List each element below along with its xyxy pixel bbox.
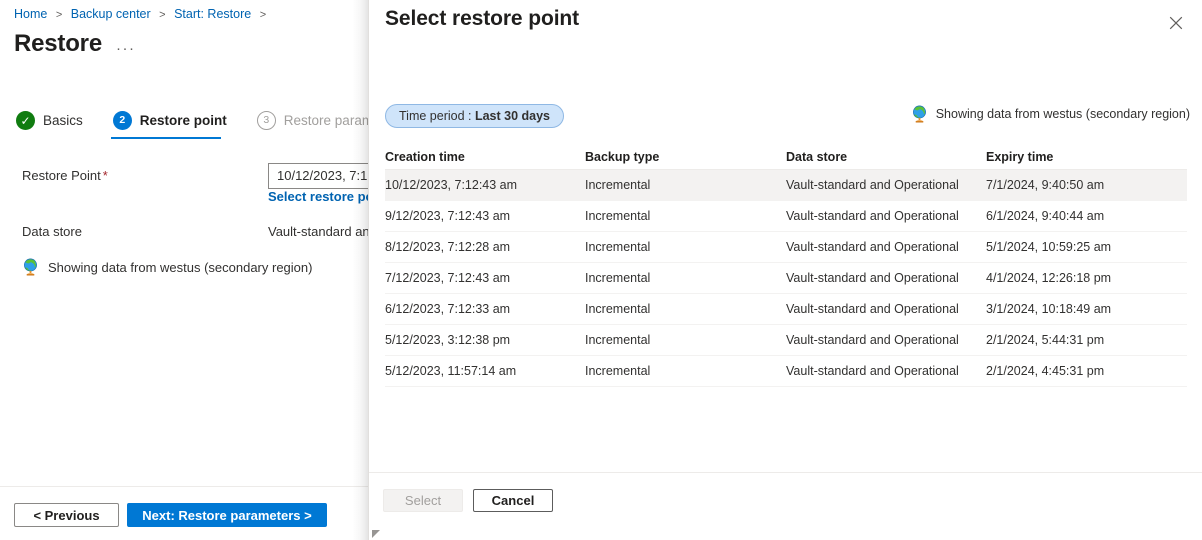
cell-backup-type: Incremental (585, 302, 786, 316)
restore-point-input[interactable]: 10/12/2023, 7:12:43 am (268, 163, 368, 189)
wizard-tabs: ✓ Basics 2 Restore point 3 Restore param… (14, 108, 368, 139)
cell-creation-time: 9/12/2023, 7:12:43 am (385, 209, 585, 223)
restore-points-table: Creation time Backup type Data store Exp… (385, 144, 1187, 387)
tab-restore-parameters-label: Restore parameters (284, 113, 368, 128)
select-button[interactable]: Select (383, 489, 463, 512)
breadcrumb-separator: > (260, 9, 266, 21)
globe-icon (22, 258, 39, 276)
cell-creation-time: 5/12/2023, 3:12:38 pm (385, 333, 585, 347)
table-row[interactable]: 6/12/2023, 7:12:33 amIncrementalVault-st… (385, 294, 1187, 325)
table-row[interactable]: 8/12/2023, 7:12:28 amIncrementalVault-st… (385, 232, 1187, 263)
cell-backup-type: Incremental (585, 240, 786, 254)
column-header-backup-type[interactable]: Backup type (585, 150, 786, 164)
table-row[interactable]: 5/12/2023, 11:57:14 amIncrementalVault-s… (385, 356, 1187, 387)
tab-restore-point[interactable]: 2 Restore point (111, 108, 237, 139)
select-restore-point-panel: Select restore point Time period : Last … (368, 0, 1202, 540)
cell-data-store: Vault-standard and Operational (786, 364, 986, 378)
tab-basics[interactable]: ✓ Basics (14, 108, 93, 139)
next-restore-parameters-button[interactable]: Next: Restore parameters > (127, 503, 327, 527)
cell-data-store: Vault-standard and Operational (786, 178, 986, 192)
cell-backup-type: Incremental (585, 178, 786, 192)
cell-creation-time: 7/12/2023, 7:12:43 am (385, 271, 585, 285)
blade-region-note-text: Showing data from westus (secondary regi… (48, 260, 312, 275)
cell-expiry-time: 7/1/2024, 9:40:50 am (986, 178, 1187, 192)
cell-data-store: Vault-standard and Operational (786, 240, 986, 254)
tab-restore-point-label: Restore point (140, 113, 227, 128)
cell-expiry-time: 6/1/2024, 9:40:44 am (986, 209, 1187, 223)
cell-expiry-time: 2/1/2024, 4:45:31 pm (986, 364, 1187, 378)
cell-expiry-time: 5/1/2024, 10:59:25 am (986, 240, 1187, 254)
column-header-expiry-time[interactable]: Expiry time (986, 150, 1187, 164)
time-period-filter-value: Last 30 days (475, 109, 550, 123)
table-row[interactable]: 5/12/2023, 3:12:38 pmIncrementalVault-st… (385, 325, 1187, 356)
page-title: Restore (14, 30, 102, 58)
cell-backup-type: Incremental (585, 364, 786, 378)
panel-footer-divider (369, 472, 1202, 473)
cell-data-store: Vault-standard and Operational (786, 333, 986, 347)
panel-resize-handle[interactable] (372, 530, 380, 538)
cell-creation-time: 10/12/2023, 7:12:43 am (385, 178, 585, 192)
breadcrumb-item-backup-center[interactable]: Backup center (71, 7, 151, 21)
step-number-icon: 2 (113, 111, 132, 130)
cell-data-store: Vault-standard and Operational (786, 209, 986, 223)
step-number-icon: 3 (257, 111, 276, 130)
more-menu-icon[interactable]: ··· (116, 40, 136, 57)
cell-data-store: Vault-standard and Operational (786, 271, 986, 285)
panel-title: Select restore point (385, 7, 579, 31)
breadcrumb-item-start-restore[interactable]: Start: Restore (174, 7, 251, 21)
breadcrumb: Home > Backup center > Start: Restore > (14, 5, 271, 24)
cell-expiry-time: 2/1/2024, 5:44:31 pm (986, 333, 1187, 347)
cell-data-store: Vault-standard and Operational (786, 302, 986, 316)
cell-creation-time: 6/12/2023, 7:12:33 am (385, 302, 585, 316)
time-period-filter-pill[interactable]: Time period : Last 30 days (385, 104, 564, 128)
table-row[interactable]: 7/12/2023, 7:12:43 amIncrementalVault-st… (385, 263, 1187, 294)
breadcrumb-separator: > (159, 9, 165, 21)
cell-backup-type: Incremental (585, 271, 786, 285)
data-store-label: Data store (22, 224, 82, 239)
app-root: Home > Backup center > Start: Restore > … (0, 0, 1202, 540)
check-icon: ✓ (16, 111, 35, 130)
cell-creation-time: 8/12/2023, 7:12:28 am (385, 240, 585, 254)
table-header-row: Creation time Backup type Data store Exp… (385, 144, 1187, 170)
breadcrumb-item-home[interactable]: Home (14, 7, 47, 21)
restore-point-label: Restore Point* (22, 168, 108, 183)
blade-region-note: Showing data from westus (secondary regi… (22, 258, 312, 276)
cell-backup-type: Incremental (585, 333, 786, 347)
close-icon[interactable] (1162, 9, 1190, 37)
tab-basics-label: Basics (43, 113, 83, 128)
globe-icon (911, 105, 928, 123)
data-store-value: Vault-standard and Operational (268, 224, 368, 239)
previous-button[interactable]: < Previous (14, 503, 119, 527)
select-restore-point-link[interactable]: Select restore point (268, 189, 368, 204)
table-row[interactable]: 9/12/2023, 7:12:43 amIncrementalVault-st… (385, 201, 1187, 232)
restore-point-label-text: Restore Point (22, 168, 101, 183)
column-header-data-store[interactable]: Data store (786, 150, 986, 164)
panel-region-note-text: Showing data from westus (secondary regi… (936, 107, 1190, 121)
time-period-filter-prefix: Time period : (399, 109, 475, 123)
panel-region-note: Showing data from westus (secondary regi… (911, 105, 1190, 123)
required-indicator: * (103, 168, 108, 183)
table-row[interactable]: 10/12/2023, 7:12:43 amIncrementalVault-s… (385, 170, 1187, 201)
cell-expiry-time: 4/1/2024, 12:26:18 pm (986, 271, 1187, 285)
table-body: 10/12/2023, 7:12:43 amIncrementalVault-s… (385, 170, 1187, 387)
cell-creation-time: 5/12/2023, 11:57:14 am (385, 364, 585, 378)
column-header-creation-time[interactable]: Creation time (385, 150, 585, 164)
tab-restore-parameters[interactable]: 3 Restore parameters (255, 108, 368, 139)
cancel-button[interactable]: Cancel (473, 489, 553, 512)
cell-backup-type: Incremental (585, 209, 786, 223)
restore-wizard-blade: Home > Backup center > Start: Restore > … (0, 0, 368, 540)
blade-footer-divider (0, 486, 368, 487)
breadcrumb-separator: > (56, 9, 62, 21)
cell-expiry-time: 3/1/2024, 10:18:49 am (986, 302, 1187, 316)
